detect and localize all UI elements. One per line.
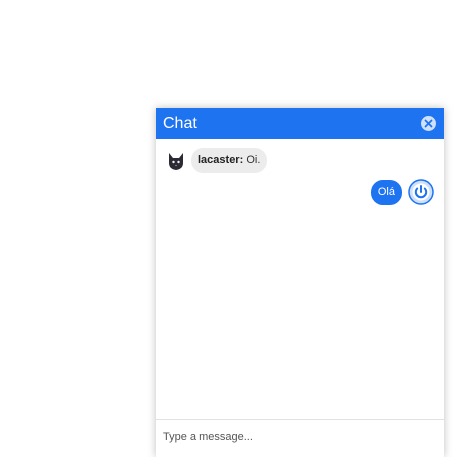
outgoing-message: Olá [370, 179, 434, 205]
power-avatar-icon [408, 179, 434, 205]
chat-title: Chat [163, 114, 197, 132]
cat-avatar-icon [165, 150, 187, 172]
outgoing-message-bubble: Olá [370, 179, 402, 205]
message-composer [156, 419, 444, 457]
chat-window: Chat lacaster: Oi. Olá [156, 108, 444, 457]
incoming-message: lacaster: Oi. [165, 148, 268, 173]
message-username: lacaster: [198, 154, 244, 166]
chat-header: Chat [156, 108, 444, 139]
message-list: lacaster: Oi. Olá [156, 139, 444, 419]
incoming-message-bubble: lacaster: Oi. [191, 148, 268, 173]
message-input[interactable] [163, 431, 437, 443]
message-text: Oi. [246, 154, 261, 166]
close-icon[interactable] [421, 116, 436, 131]
